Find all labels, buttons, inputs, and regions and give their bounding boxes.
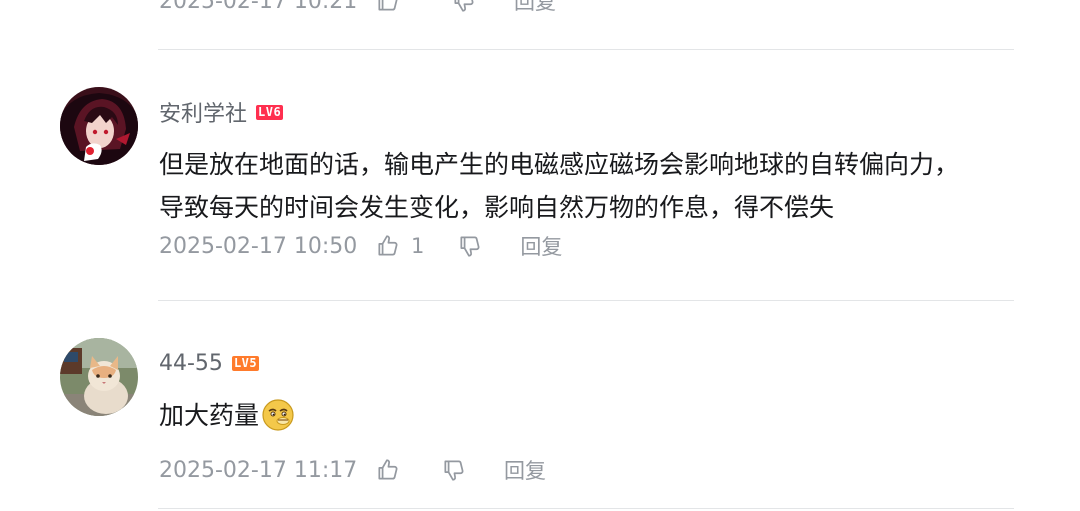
thumb-down-icon [451,0,477,14]
divider [158,49,1014,50]
divider [158,300,1014,301]
comment-header: 44-55 LV5 [159,347,1020,379]
comment-meta: 2025-02-17 10:50 1 回复 [159,231,1020,261]
reply-button[interactable]: 回复 [514,0,556,16]
dislike-button[interactable] [457,233,483,259]
comment-content-text: 加大药量 [159,401,260,430]
thumb-down-icon [441,457,467,483]
divider [158,508,1014,509]
comment-time: 2025-02-17 11:17 [159,457,358,483]
comment-content: 加大药量 [159,394,1020,445]
comment-content-line: 但是放在地面的话，输电产生的电磁感应磁场会影响地球的自转偏向力， [159,150,960,179]
level-badge: LV6 [256,104,284,120]
like-button[interactable] [375,0,401,14]
comment-list: 2025-02-17 10:21 回复 安利学社 LV6 但是放在地面的话，输电… [0,0,1080,511]
thumb-up-icon [375,233,401,259]
comment-header: 安利学社 LV6 [159,96,1020,128]
reply-button[interactable]: 回复 [504,455,546,485]
username[interactable]: 安利学社 [159,96,247,128]
like-button[interactable] [375,457,401,483]
thumb-up-icon [375,0,401,14]
previous-comment-meta: 2025-02-17 10:21 回复 [159,0,556,16]
comment-item: 安利学社 LV6 但是放在地面的话，输电产生的电磁感应磁场会影响地球的自转偏向力… [159,96,1020,261]
comment-content-line: 导致每天的时间会发生变化，影响自然万物的作息，得不偿失 [159,193,835,222]
avatar[interactable] [60,87,138,165]
doge-face-emoji [261,398,295,445]
comment-item: 44-55 LV5 加大药量 2025-02-17 11:17 回复 [159,347,1020,485]
thumb-up-icon [375,457,401,483]
dislike-button[interactable] [451,0,477,14]
dislike-button[interactable] [441,457,467,483]
comment-meta: 2025-02-17 11:17 回复 [159,455,1020,485]
username[interactable]: 44-55 [159,351,223,376]
like-count: 1 [411,234,425,258]
thumb-down-icon [457,233,483,259]
comment-time: 2025-02-17 10:50 [159,233,358,259]
avatar[interactable] [60,338,138,416]
like-button[interactable]: 1 [375,233,424,259]
comment-time: 2025-02-17 10:21 [159,0,358,14]
level-badge: LV5 [231,355,260,371]
comment-content: 但是放在地面的话，输电产生的电磁感应磁场会影响地球的自转偏向力， 导致每天的时间… [159,143,1020,229]
reply-button[interactable]: 回复 [520,231,562,261]
